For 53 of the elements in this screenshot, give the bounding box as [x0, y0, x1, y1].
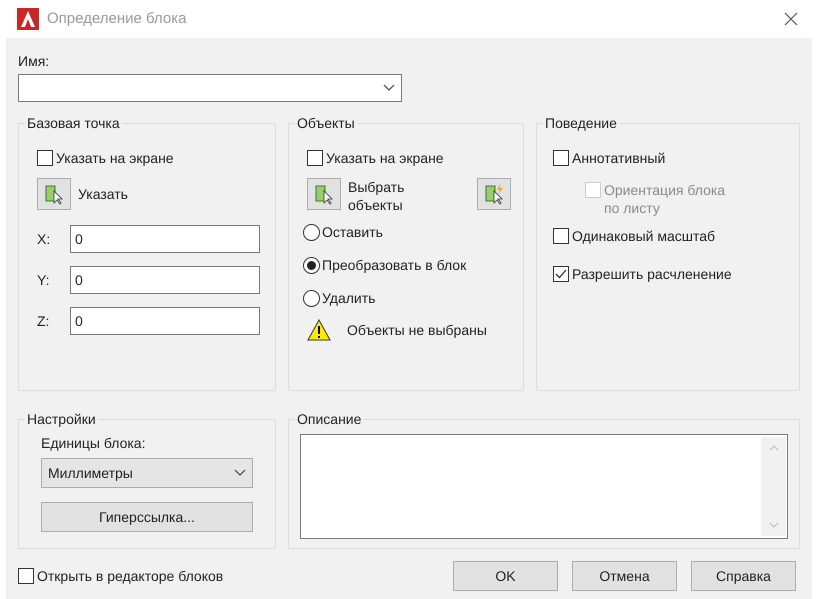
warning-text: Объекты не выбраны: [347, 320, 487, 340]
select-objects-button[interactable]: [307, 178, 341, 210]
radio-label: Преобразовать в блок: [322, 256, 466, 275]
coordinate-input[interactable]: 0: [70, 307, 260, 335]
coordinate-label: X:: [37, 230, 52, 248]
coordinate-input[interactable]: 0: [70, 225, 260, 253]
dialog-button[interactable]: Справка: [691, 561, 796, 591]
radio-button[interactable]: [303, 257, 320, 274]
warning-icon: [307, 319, 331, 341]
button-label: Указать: [78, 184, 128, 204]
chevron-down-icon: [383, 84, 395, 92]
scroll-down-icon: [768, 522, 778, 528]
description-textarea[interactable]: [300, 434, 788, 539]
check-icon: [555, 268, 567, 280]
close-icon: [784, 12, 798, 26]
field-label: Имя:: [18, 52, 50, 70]
scrollbar[interactable]: [761, 437, 786, 536]
radio-button[interactable]: [303, 224, 320, 241]
button-label: Выбрать объекты: [348, 178, 406, 214]
checkbox[interactable]: [18, 568, 34, 584]
radio-label: Оставить: [322, 223, 383, 242]
checkbox-label: Открыть в редакторе блоков: [37, 567, 224, 585]
units-dropdown[interactable]: Миллиметры: [41, 458, 253, 488]
dialog-button[interactable]: Отмена: [572, 561, 677, 591]
pick-point-button[interactable]: [37, 178, 71, 210]
checkbox[interactable]: [37, 150, 53, 166]
app-logo-icon: [17, 8, 39, 30]
checkbox-label: Одинаковый масштаб: [572, 227, 716, 245]
coordinate-input[interactable]: 0: [70, 266, 260, 294]
chevron-down-icon: [234, 469, 246, 477]
checkbox[interactable]: [553, 150, 569, 166]
checkbox[interactable]: [553, 228, 569, 244]
pick-point-icon: [313, 183, 335, 205]
checkbox[interactable]: [307, 150, 323, 166]
coordinate-label: Y:: [37, 270, 50, 290]
checkbox[interactable]: [553, 266, 569, 282]
pick-point-icon: [43, 183, 65, 205]
checkbox-label: Аннотативный: [572, 149, 666, 167]
checkbox-label: Ориентация блока по листу: [604, 181, 726, 217]
radio-label: Удалить: [322, 289, 376, 308]
checkbox-label: Указать на экране: [56, 149, 174, 167]
hyperlink-button[interactable]: Гиперссылка...: [41, 502, 253, 532]
quick-select-icon: [483, 183, 505, 205]
quick-select-button[interactable]: [477, 178, 511, 210]
coordinate-label: Z:: [37, 312, 50, 330]
name-combo-box[interactable]: [18, 74, 402, 102]
checkbox-label: Разрешить расчленение: [572, 265, 732, 283]
radio-button[interactable]: [303, 290, 320, 307]
units-label: Единицы блока:: [41, 434, 146, 452]
checkbox-label: Указать на экране: [326, 149, 444, 167]
scroll-up-icon: [768, 445, 778, 451]
dialog-button[interactable]: OK: [453, 561, 558, 591]
window-title: Определение блока: [47, 8, 186, 29]
